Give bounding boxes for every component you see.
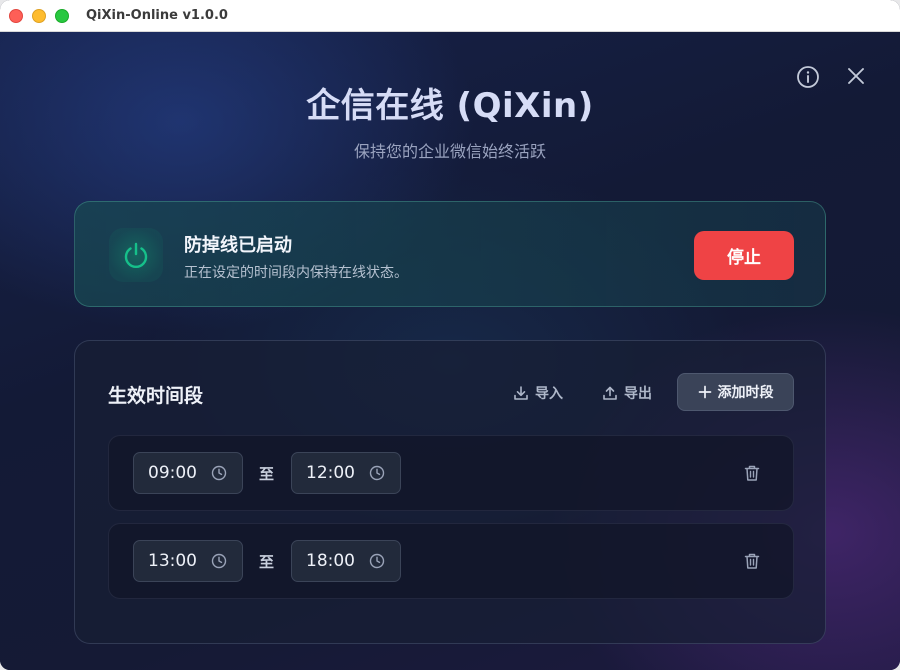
window-zoom-dot[interactable] <box>55 9 69 23</box>
export-button[interactable]: 导出 <box>602 376 652 410</box>
app-title: 企信在线 (QiXin) <box>306 86 594 126</box>
power-icon <box>124 242 148 269</box>
end-time-value: 12:00 <box>306 463 355 483</box>
add-slot-button[interactable]: 添加时段 <box>677 373 794 411</box>
start-time-input[interactable]: 09:00 <box>133 452 243 494</box>
trash-icon[interactable] <box>742 463 762 483</box>
time-slot-row: 13:00 至 18:00 <box>108 523 794 599</box>
status-title: 防掉线已启动 <box>184 235 292 256</box>
import-button[interactable]: 导入 <box>513 376 563 410</box>
plus-icon <box>698 385 711 399</box>
end-time-input[interactable]: 12:00 <box>291 452 401 494</box>
clock-icon <box>369 465 385 481</box>
range-separator: 至 <box>259 465 275 483</box>
window-minimize-dot[interactable] <box>32 9 46 23</box>
clock-icon <box>211 465 227 481</box>
end-time-input[interactable]: 18:00 <box>291 540 401 582</box>
upload-icon <box>603 386 617 400</box>
import-label: 导入 <box>535 386 563 402</box>
start-time-value: 13:00 <box>148 551 197 571</box>
clock-icon <box>211 553 227 569</box>
range-separator: 至 <box>259 553 275 571</box>
power-status-indicator <box>109 228 163 282</box>
main-content: 企信在线 (QiXin) 保持您的企业微信始终活跃 防掉线已启动 正在设定的时间… <box>0 32 900 670</box>
window-close-dot[interactable] <box>9 9 23 23</box>
status-description: 正在设定的时间段内保持在线状态。 <box>184 265 408 281</box>
schedule-panel: 生效时间段 导入 导出 添加时段 09:00 至 12:00 13:00 至 1… <box>74 340 826 644</box>
clock-icon <box>369 553 385 569</box>
schedule-title: 生效时间段 <box>108 385 204 407</box>
status-card: 防掉线已启动 正在设定的时间段内保持在线状态。 停止 <box>74 201 826 307</box>
export-label: 导出 <box>624 386 652 402</box>
stop-button[interactable]: 停止 <box>694 231 794 280</box>
download-icon <box>514 386 528 400</box>
app-subtitle: 保持您的企业微信始终活跃 <box>353 142 546 161</box>
time-slot-row: 09:00 至 12:00 <box>108 435 794 511</box>
trash-icon[interactable] <box>742 551 762 571</box>
add-slot-label: 添加时段 <box>717 385 774 401</box>
window-title: QiXin-Online v1.0.0 <box>86 8 228 23</box>
app-window: QiXin-Online v1.0.0 企信在线 (QiXin) 保持您的企业微… <box>0 0 900 670</box>
title-bar: QiXin-Online v1.0.0 <box>0 0 900 32</box>
start-time-value: 09:00 <box>148 463 197 483</box>
start-time-input[interactable]: 13:00 <box>133 540 243 582</box>
end-time-value: 18:00 <box>306 551 355 571</box>
